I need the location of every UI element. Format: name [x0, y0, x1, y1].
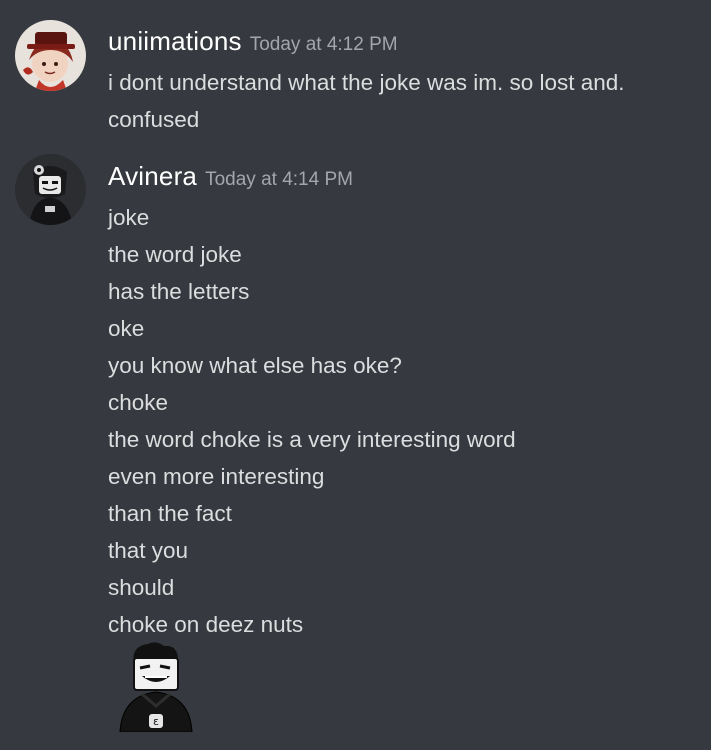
- message-line: that you: [108, 538, 189, 563]
- avatar-avinera[interactable]: [15, 154, 86, 225]
- message-line: joke: [108, 205, 150, 230]
- message-line: has the letters: [108, 279, 250, 304]
- message-line: than the fact: [108, 501, 232, 526]
- message-line: choke: [108, 390, 169, 415]
- message-header: Avinera Today at 4:14 PM: [108, 161, 353, 192]
- message-line: should: [108, 575, 175, 600]
- grinning-character-sticker-icon: ε: [119, 642, 193, 733]
- message-line: the word joke: [108, 242, 242, 267]
- message-content: joke the word joke has the letters oke y…: [108, 199, 698, 643]
- message-line: choke on deez nuts: [108, 612, 304, 637]
- svg-text:ε: ε: [153, 715, 159, 728]
- message-line: the word choke is a very interesting wor…: [108, 427, 516, 452]
- timestamp: Today at 4:14 PM: [205, 169, 353, 190]
- sticker[interactable]: ε: [112, 640, 198, 733]
- message-group-avinera: Avinera Today at 4:14 PM joke the word jo…: [0, 0, 711, 750]
- message-line: even more interesting: [108, 464, 325, 489]
- username[interactable]: Avinera: [108, 161, 197, 191]
- dark-character-avatar-icon: [15, 154, 86, 225]
- message-line: oke: [108, 316, 145, 341]
- message-line: you know what else has oke?: [108, 353, 402, 378]
